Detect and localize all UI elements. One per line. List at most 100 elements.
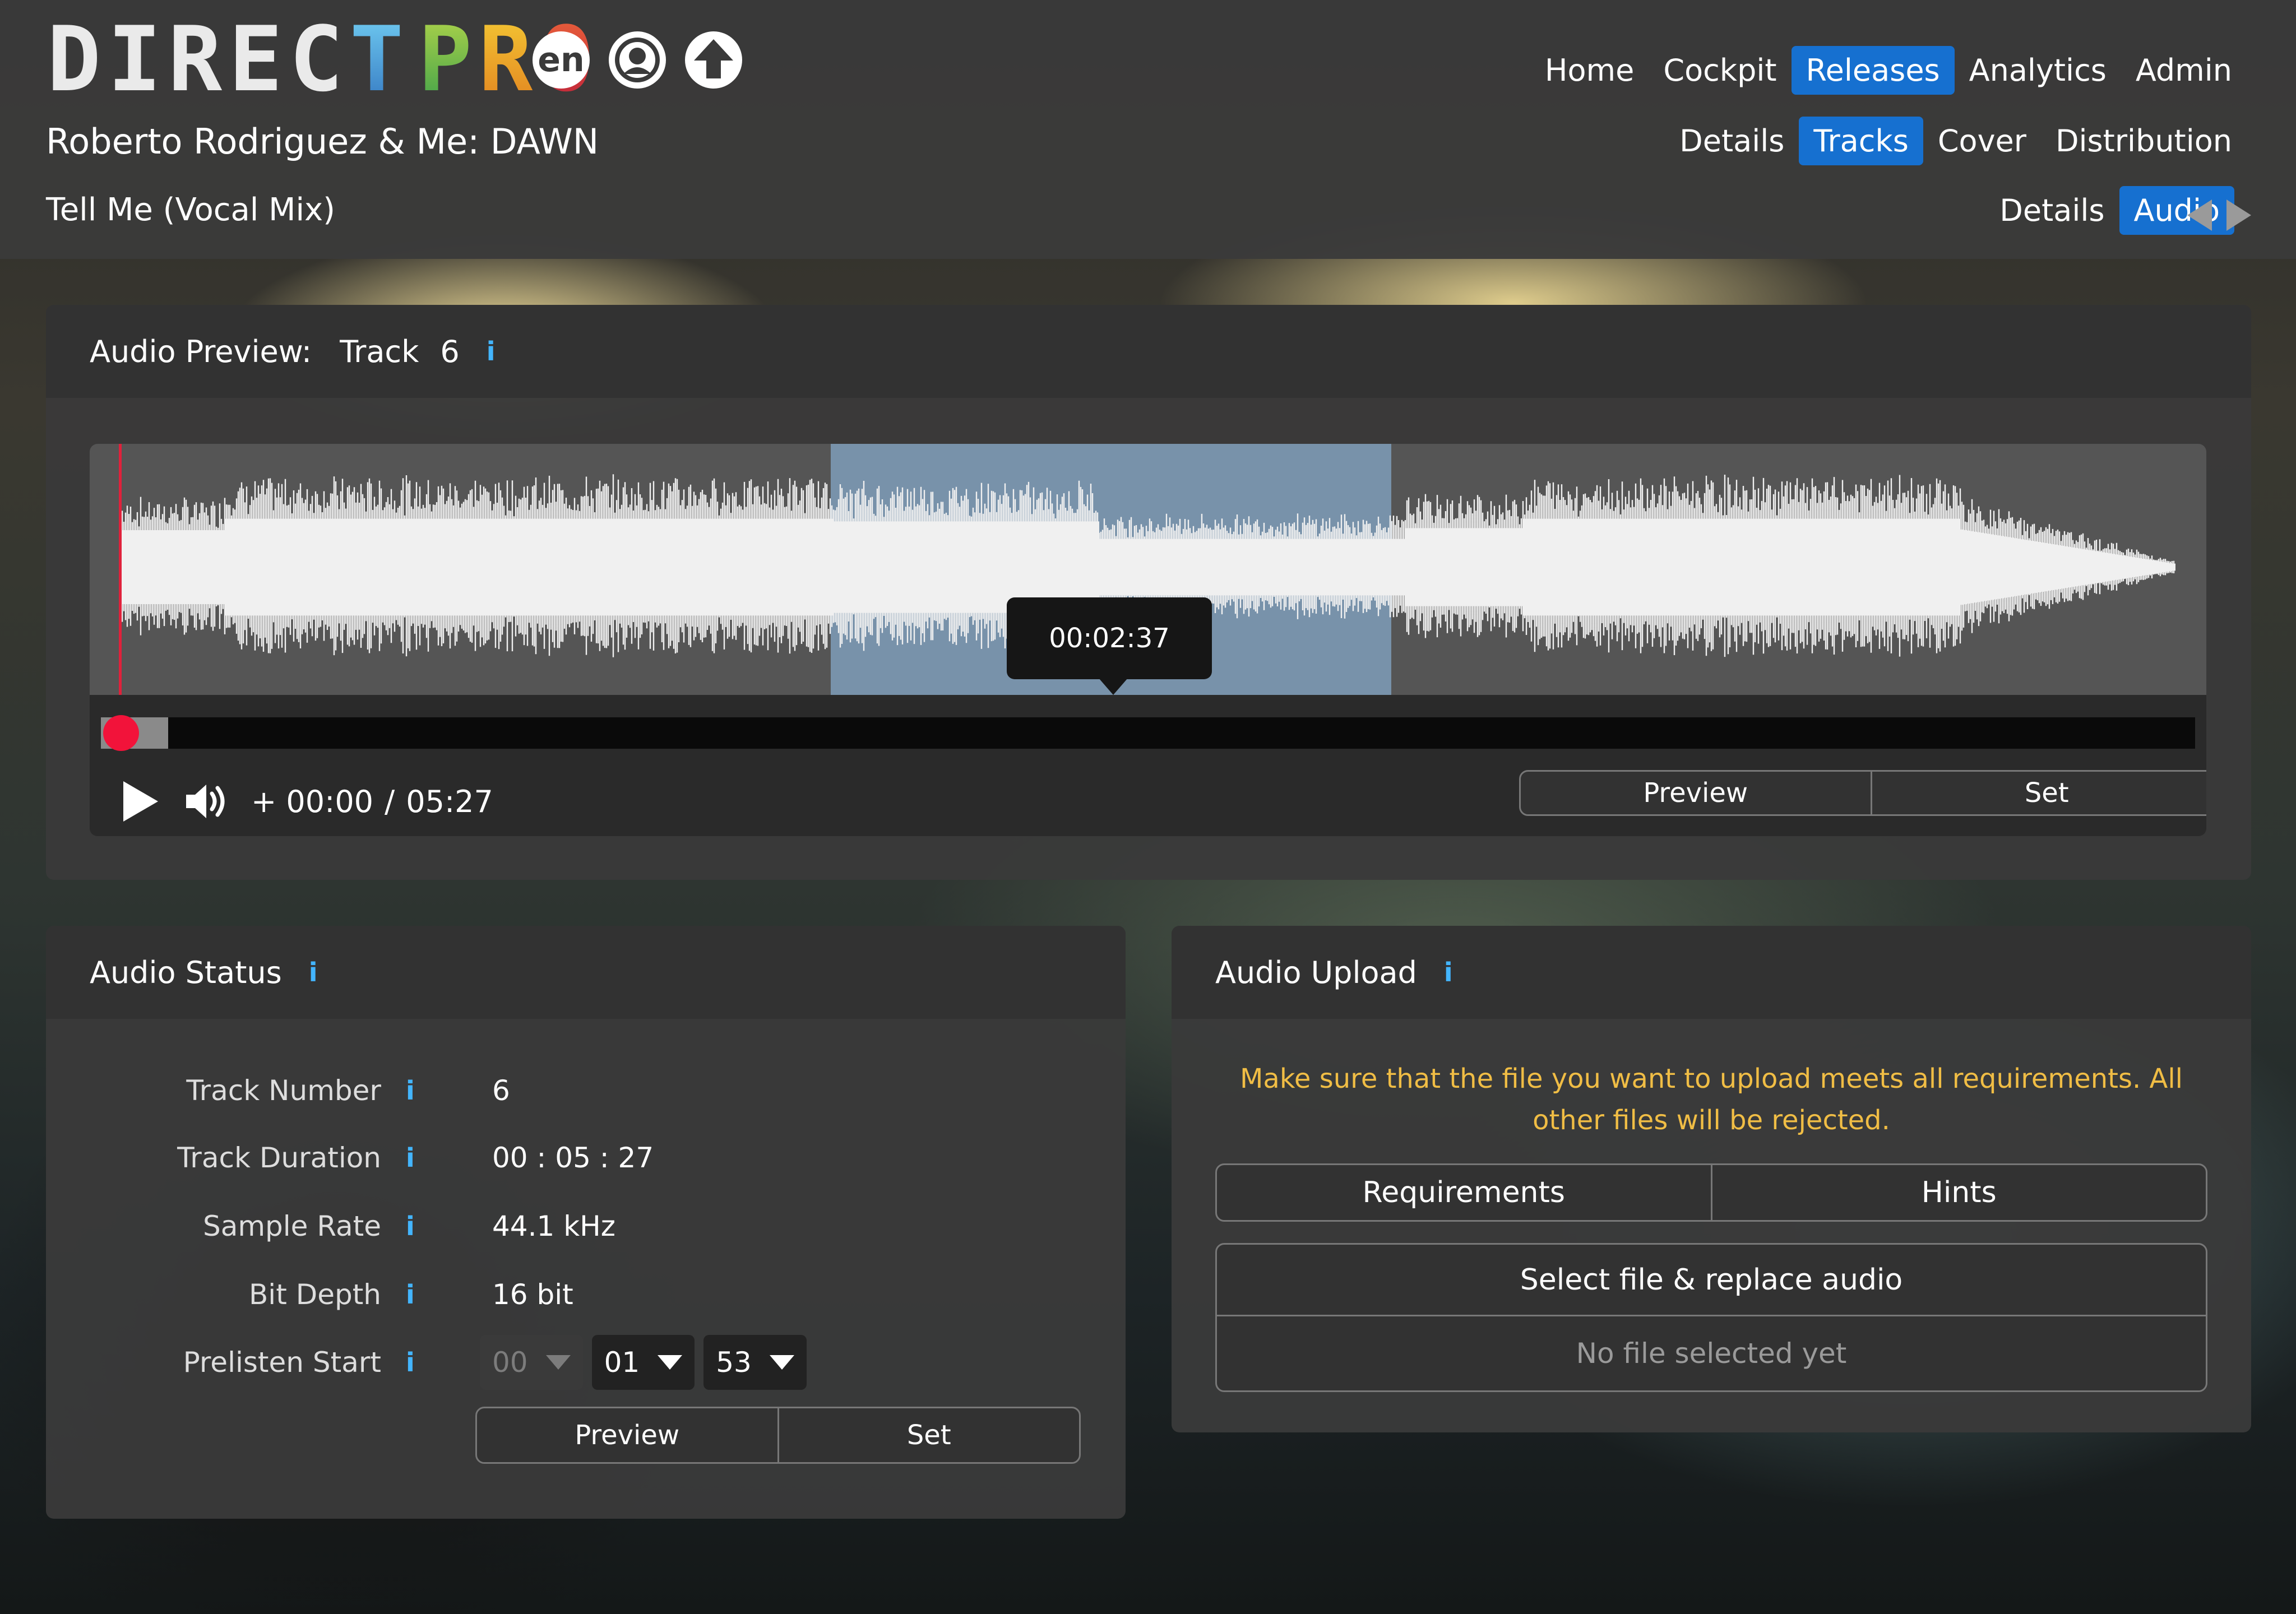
file-upload-box: Select file & replace audio No file sele… [1215,1243,2207,1392]
volume-icon[interactable] [183,778,230,825]
track-number: 6 [440,333,460,369]
hints-button[interactable]: Hints [1710,1165,2206,1220]
prelisten-time-selects: 00 01 53 [480,1335,816,1390]
track-label: Track [340,333,419,369]
upload-tabs: Requirements Hints [1215,1163,2207,1222]
audio-preview-title: Audio Preview: [90,333,312,369]
progress-knob[interactable] [103,715,139,751]
select-value: 01 [604,1346,640,1379]
audio-status-panel: Audio Status i Track Number i 6 Track Du… [46,926,1126,1519]
status-row-track-duration: Track Duration i 00 : 05 : 27 [46,1135,1126,1180]
language-code: en [538,40,585,80]
prelisten-hours-select: 00 [480,1335,583,1390]
audio-status-header: Audio Status i [46,926,1126,1019]
status-value: 00 : 05 : 27 [492,1142,654,1174]
next-track-arrow-icon[interactable] [2226,200,2251,231]
release-nav: Details Tracks Cover Distribution [1665,117,2247,165]
release-nav-details[interactable]: Details [1665,117,1799,165]
status-label: Track Number [186,1074,381,1107]
select-value: 53 [716,1346,752,1379]
nav-releases[interactable]: Releases [1791,46,1955,95]
nav-analytics[interactable]: Analytics [1955,46,2121,95]
prelisten-preview-button[interactable]: Preview [477,1408,777,1462]
status-value: 44.1 kHz [492,1210,616,1242]
language-switcher[interactable]: en [533,31,590,89]
main-nav: Home Cockpit Releases Analytics Admin [1530,46,2247,95]
status-value: 6 [492,1074,510,1107]
progress-bar[interactable] [101,715,2195,751]
nav-admin[interactable]: Admin [2121,46,2247,95]
current-time: + 00:00 [251,783,374,819]
player-controls: + 00:00 / 05:27 [123,770,493,833]
set-button[interactable]: Set [1870,772,2207,814]
status-row-bit-depth: Bit Depth i 16 bit [46,1272,1126,1317]
audio-status-title: Audio Status [90,954,282,990]
release-nav-cover[interactable]: Cover [1923,117,2041,165]
direct-pro-logo[interactable]: DIRECTPRO [46,7,594,112]
chevron-down-icon [769,1355,794,1370]
upload-warning-text: Make sure that the file you want to uplo… [1240,1063,2183,1136]
play-icon[interactable] [123,781,158,822]
waveform-area[interactable]: 00:02:37 [90,444,2206,695]
prelisten-set-button[interactable]: Set [777,1408,1080,1462]
logo-letter: C [289,7,344,112]
info-icon[interactable]: i [487,336,496,367]
total-time: 05:27 [406,783,493,819]
info-icon[interactable]: i [406,1211,439,1241]
nav-home[interactable]: Home [1530,46,1649,95]
logo-letter: R [478,7,533,112]
audio-player: 00:02:37 + 00:00 / 05:27 Preview Set [90,444,2206,836]
nav-cockpit[interactable]: Cockpit [1649,46,1791,95]
chevron-down-icon [658,1355,683,1370]
info-icon[interactable]: i [406,1075,439,1106]
audio-upload-panel: Audio Upload i Make sure that the file y… [1172,926,2251,1432]
logo-letter: R [168,7,223,112]
upload-arrow-icon[interactable] [685,31,742,89]
audio-preview-header: Audio Preview: Track 6 i [46,305,2251,398]
status-label: Track Duration [177,1142,381,1174]
status-value: 16 bit [492,1278,573,1311]
audio-upload-title: Audio Upload [1215,954,1417,990]
select-value: 00 [492,1346,528,1379]
release-nav-distribution[interactable]: Distribution [2041,117,2247,165]
track-nav-details[interactable]: Details [1985,186,2119,235]
info-icon[interactable]: i [406,1279,439,1310]
player-button-group: Preview Set [1519,770,2206,816]
status-row-sample-rate: Sample Rate i 44.1 kHz [46,1204,1126,1249]
info-icon[interactable]: i [406,1143,439,1173]
status-label: Bit Depth [249,1278,381,1311]
release-nav-tracks[interactable]: Tracks [1799,117,1923,165]
time-tooltip: 00:02:37 [1007,597,1212,695]
release-title: Roberto Rodriguez & Me: DAWN [46,121,599,162]
logo-letter: I [107,7,162,112]
user-profile-icon[interactable] [609,31,666,89]
playhead[interactable] [119,444,122,695]
info-icon[interactable]: i [309,957,318,987]
audio-upload-header: Audio Upload i [1172,926,2251,1019]
logo-letter: P [418,7,473,112]
header-icons: en [533,31,742,89]
status-label: Sample Rate [202,1210,381,1242]
no-file-selected-text: No file selected yet [1576,1337,1847,1370]
logo-letter: D [47,7,101,112]
audio-preview-panel: Audio Preview: Track 6 i 00:02:37 + 00:0… [46,305,2251,880]
logo-letter: T [349,7,404,112]
previous-track-arrow-icon[interactable] [2187,200,2212,231]
prelisten-button-group: Preview Set [475,1407,1081,1464]
prelisten-minutes-select[interactable]: 01 [591,1335,695,1390]
status-row-track-number: Track Number i 6 [46,1068,1126,1113]
requirements-button[interactable]: Requirements [1217,1165,1711,1220]
chevron-down-icon [545,1355,571,1370]
track-title: Tell Me (Vocal Mix) [46,192,336,228]
info-icon[interactable]: i [1444,957,1453,987]
preview-button[interactable]: Preview [1521,772,1871,814]
select-file-button[interactable]: Select file & replace audio [1217,1245,2206,1316]
track-pager [2187,200,2251,231]
app-header: DIRECTPRO en Roberto Rodriguez & Me: DAW… [0,0,2296,259]
prelisten-seconds-select[interactable]: 53 [703,1335,807,1390]
time-separator: / [385,783,395,819]
tooltip-time: 00:02:37 [1049,623,1170,654]
status-label: Prelisten Start [183,1346,381,1379]
info-icon[interactable]: i [406,1347,439,1378]
status-row-prelisten-start: Prelisten Start i 00 01 53 [46,1334,1126,1391]
